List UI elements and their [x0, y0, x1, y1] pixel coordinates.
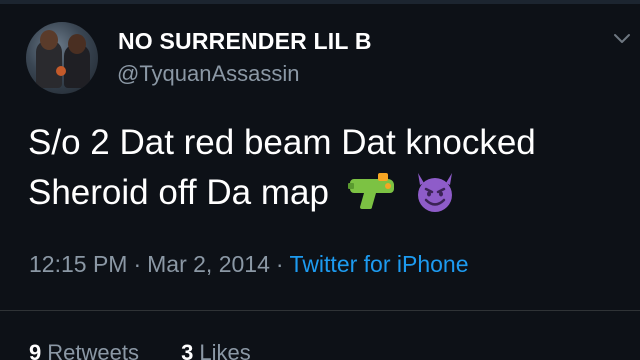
likes-count: 3: [181, 340, 194, 360]
user-handle[interactable]: @TyquanAssassin: [117, 61, 300, 87]
tweet-text-line-1: S/o 2 Dat red beam Dat knocked: [28, 123, 536, 162]
tweet-time[interactable]: 12:15 PM: [29, 251, 127, 277]
tweet-text-line-2: Sheroid off Da map: [28, 168, 628, 218]
tweet-text-line-2-text: Sheroid off Da map: [28, 173, 329, 212]
tweet-date[interactable]: Mar 2, 2014: [147, 251, 270, 277]
avatar-detail: [56, 66, 66, 76]
chevron-down-icon[interactable]: [612, 28, 632, 48]
avatar[interactable]: [26, 22, 98, 94]
likes-label: Likes: [199, 340, 251, 360]
tweet-source-link[interactable]: Twitter for iPhone: [290, 251, 469, 277]
smiling-devil-icon: [418, 172, 453, 212]
avatar-person-2-head: [68, 34, 86, 54]
tweet-meta: 12:15 PM · Mar 2, 2014 · Twitter for iPhone: [29, 251, 469, 278]
retweets-label: Retweets: [47, 340, 139, 360]
display-name[interactable]: NO SURRENDER LIL B: [118, 28, 372, 55]
tweet-text: S/o 2 Dat red beam Dat knocked Sheroid o…: [28, 118, 628, 218]
divider: [0, 310, 640, 311]
retweets-stat[interactable]: 9 Retweets: [29, 340, 139, 360]
meta-separator: ·: [275, 251, 284, 277]
likes-stat[interactable]: 3 Likes: [181, 340, 251, 360]
meta-separator: ·: [133, 251, 142, 277]
tweet-card: NO SURRENDER LIL B @TyquanAssassin S/o 2…: [0, 0, 640, 360]
tweet-stats: 9 Retweets 3 Likes: [29, 340, 287, 360]
water-pistol-icon: [348, 172, 395, 209]
avatar-person-1-head: [40, 30, 58, 50]
retweets-count: 9: [29, 340, 42, 360]
